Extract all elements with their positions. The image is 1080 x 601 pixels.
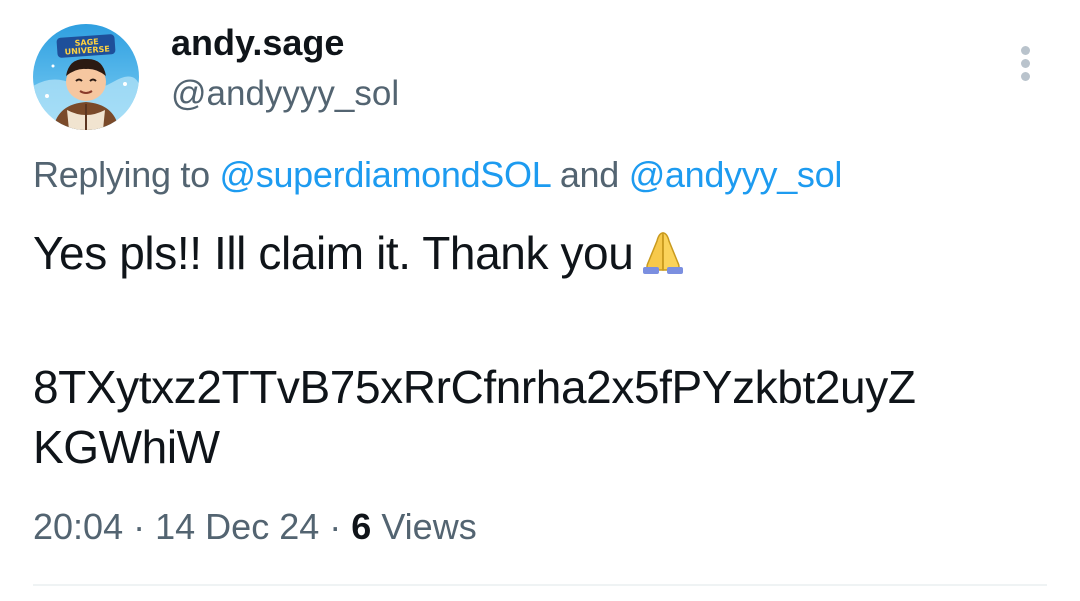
more-vertical-icon <box>1021 46 1030 55</box>
reply-conjunction: and <box>559 154 619 195</box>
views-link[interactable]: 6 Views <box>351 506 476 547</box>
reply-prefix: Replying to <box>33 154 210 195</box>
tweet-text-line: Yes pls!! Ill claim it. Thank you <box>33 227 634 279</box>
tweet-date: 14 Dec 24 <box>155 506 320 547</box>
meta-separator: · <box>329 506 342 547</box>
wallet-address-line: KGWhiW <box>33 421 220 473</box>
avatar[interactable]: SAGE UNIVERSE <box>33 24 139 130</box>
tweet-time: 20:04 <box>33 506 124 547</box>
views-count: 6 <box>351 506 372 547</box>
more-options-button[interactable] <box>1008 40 1044 86</box>
views-label: Views <box>381 506 477 547</box>
timestamp-link[interactable]: 20:04 · 14 Dec 24 <box>33 506 319 547</box>
reply-context: Replying to @superdiamondSOL and @andyyy… <box>33 154 842 196</box>
display-name[interactable]: andy.sage <box>171 22 344 64</box>
mention-link[interactable]: @superdiamondSOL <box>220 154 551 195</box>
tweet-text: Yes pls!! Ill claim it. Thank you <box>33 226 687 286</box>
divider <box>33 584 1047 586</box>
meta-separator: · <box>133 506 146 547</box>
folded-hands-icon <box>639 229 687 286</box>
mention-link[interactable]: @andyyy_sol <box>629 154 843 195</box>
more-dot <box>1021 59 1030 68</box>
user-handle[interactable]: @andyyyy_sol <box>171 74 399 114</box>
tweet-meta: 20:04 · 14 Dec 24 · 6 Views <box>33 506 477 548</box>
wallet-address-line: 8TXytxz2TTvB75xRrCfnrha2x5fPYzkbt2uyZ <box>33 361 916 413</box>
tweet: SAGE UNIVERSE andy.sage @andyyyy_sol Rep… <box>0 0 1080 601</box>
more-dot <box>1021 72 1030 81</box>
